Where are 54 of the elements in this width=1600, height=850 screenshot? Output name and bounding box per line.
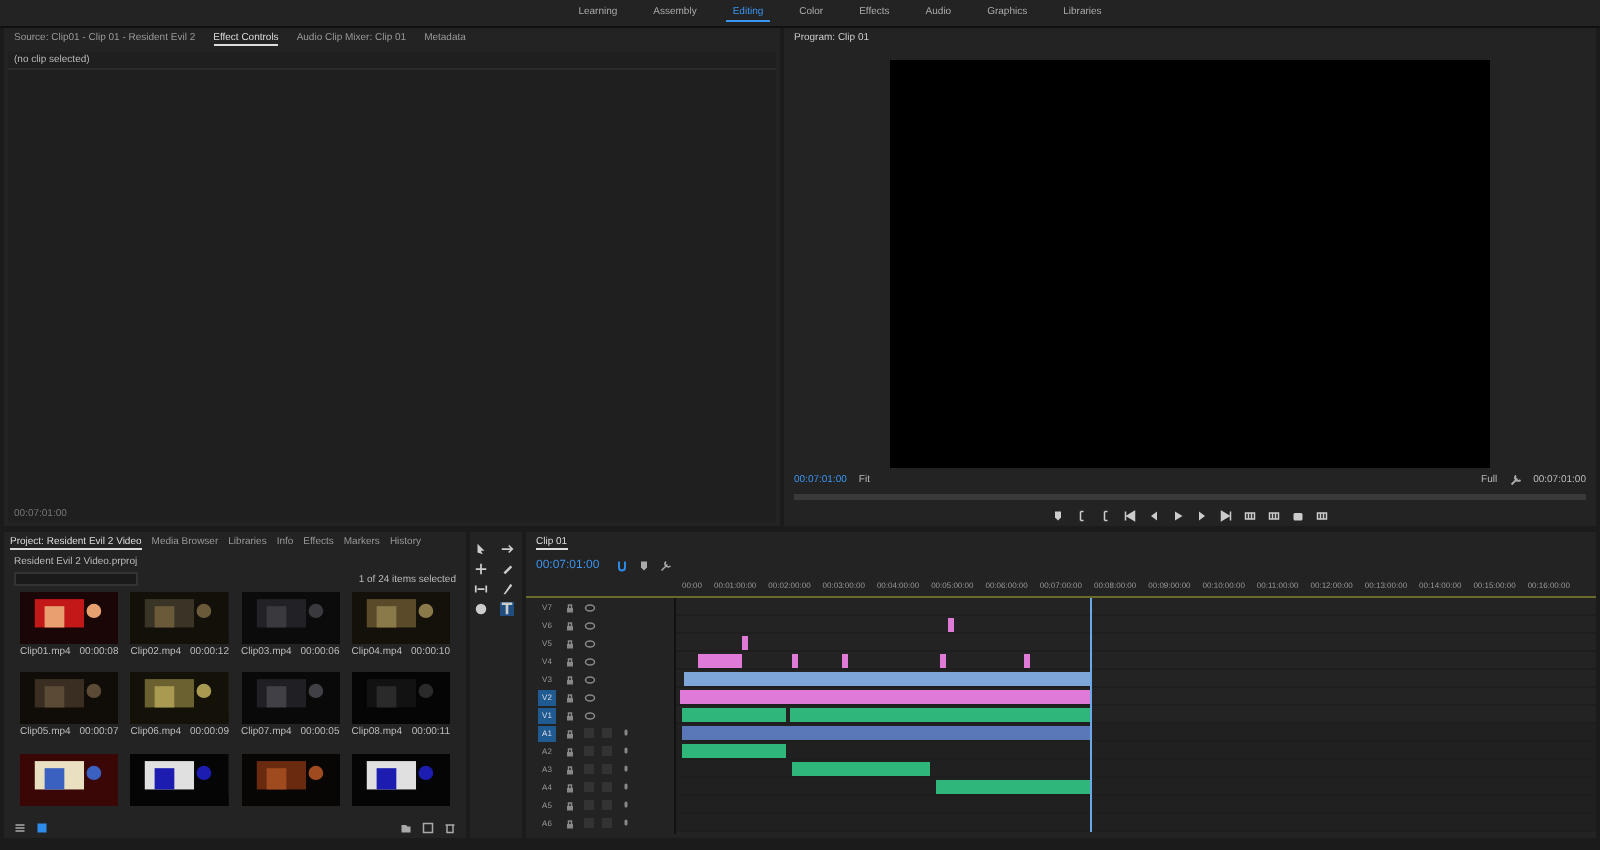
lock-icon[interactable] [564,781,576,793]
audio-clip[interactable] [682,744,786,758]
slip-tool-icon[interactable] [474,582,488,596]
video-clip[interactable] [684,672,1090,686]
video-clip[interactable] [940,654,946,668]
lock-icon[interactable] [564,601,576,613]
lift-icon[interactable] [1244,510,1256,523]
video-clip[interactable] [790,708,1090,722]
video-clip[interactable] [792,654,798,668]
snap-icon[interactable] [615,560,628,572]
to-in-icon[interactable] [1124,510,1136,523]
in-icon[interactable] [1076,510,1088,523]
lock-icon[interactable] [564,655,576,667]
audio-clip[interactable] [936,780,1090,794]
wrench-icon[interactable] [1509,474,1522,487]
to-out-icon[interactable] [1220,510,1232,523]
lock-icon[interactable] [564,673,576,685]
track-select-icon[interactable] [499,542,513,556]
play-icon[interactable] [1172,510,1184,523]
step-back-icon[interactable] [1148,510,1160,523]
video-clip[interactable] [742,636,748,650]
audio-clip[interactable] [682,726,1090,740]
step-fwd-icon[interactable] [1196,510,1208,523]
video-clip[interactable] [680,690,1090,704]
lock-icon[interactable] [564,727,576,739]
trash-icon[interactable] [444,822,456,834]
razor-icon[interactable] [499,562,513,576]
lock-icon[interactable] [564,709,576,721]
wrench-icon[interactable] [659,560,672,572]
icon-view-icon[interactable] [36,822,48,834]
search-field[interactable] [14,572,138,586]
audio-clip[interactable] [792,762,930,776]
video-clip[interactable] [1024,654,1030,668]
video-clip[interactable] [698,654,742,668]
video-clip[interactable] [948,618,954,632]
selection-tool-icon[interactable] [474,542,488,556]
lock-icon[interactable] [564,763,576,775]
lock-icon[interactable] [564,745,576,757]
video-clip[interactable] [682,708,786,722]
new-item-icon[interactable] [422,822,434,834]
out-icon[interactable] [1100,510,1112,523]
marker-icon[interactable] [1052,510,1064,523]
marker-icon[interactable] [637,560,650,572]
lock-icon[interactable] [564,799,576,811]
lock-icon[interactable] [564,691,576,703]
lock-icon[interactable] [564,619,576,631]
type-tool-icon[interactable] [499,602,513,616]
lock-icon[interactable] [564,817,576,829]
ripple-edit-icon[interactable] [474,562,488,576]
folder-icon[interactable] [400,822,412,834]
lock-icon[interactable] [564,637,576,649]
list-view-icon[interactable] [14,822,26,834]
pen-icon[interactable] [499,582,513,596]
video-clip[interactable] [842,654,848,668]
